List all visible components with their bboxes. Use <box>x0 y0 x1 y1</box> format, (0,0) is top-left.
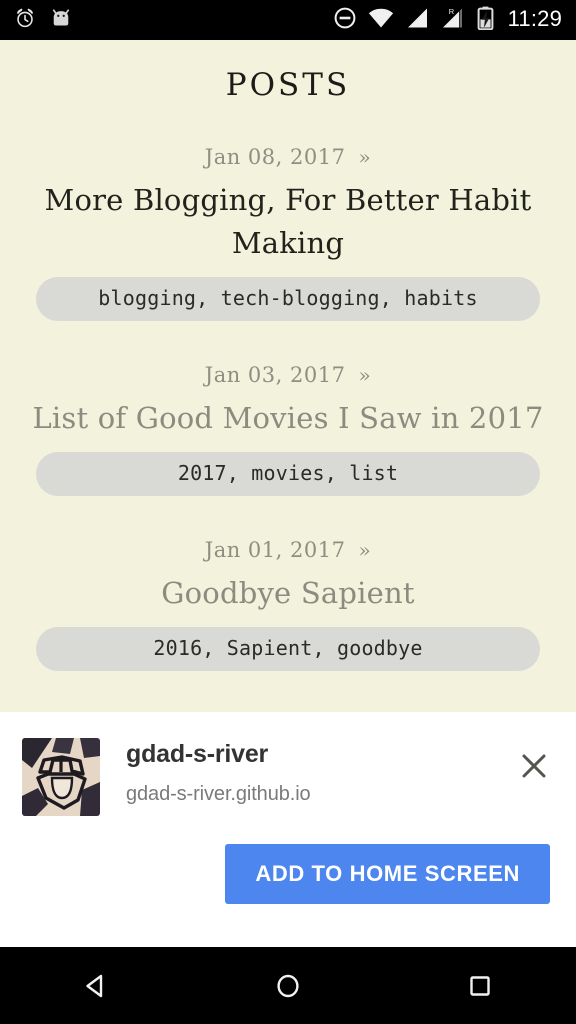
banner-text-block: gdad-s-river gdad-s-river.github.io <box>100 738 514 806</box>
post-tags[interactable]: 2017, movies, list <box>36 452 540 496</box>
close-icon[interactable] <box>514 746 554 786</box>
post-tags[interactable]: 2016, Sapient, goodbye <box>36 627 540 671</box>
post-title[interactable]: More Blogging, For Better Habit Making <box>0 169 576 265</box>
chevron-right-icon: » <box>358 538 372 562</box>
post-item[interactable]: Jan 08, 2017 » More Blogging, For Better … <box>0 145 576 321</box>
post-title[interactable]: Goodbye Sapient <box>0 562 576 615</box>
post-date: Jan 08, 2017 » <box>0 145 576 169</box>
svg-text:R: R <box>448 7 454 16</box>
chevron-right-icon: » <box>358 363 372 387</box>
android-head-icon <box>50 8 72 33</box>
banner-app-url: gdad-s-river.github.io <box>126 783 311 805</box>
android-navigation-bar <box>0 947 576 1024</box>
post-item[interactable]: Jan 01, 2017 » Goodbye Sapient 2016, Sapi… <box>0 538 576 671</box>
back-button[interactable] <box>61 956 131 1016</box>
alarm-clock-icon <box>14 7 36 34</box>
status-bar-notification-icons <box>0 7 72 34</box>
post-item[interactable]: Jan 03, 2017 » List of Good Movies I Saw … <box>0 363 576 496</box>
do-not-disturb-icon <box>333 6 357 35</box>
phone-screen: R 11:29 POSTS Jan 08, 2017 » More Bloggin… <box>0 0 576 1024</box>
status-bar-clock: 11:29 <box>507 6 562 31</box>
post-date-text: Jan 01, 2017 <box>204 538 346 562</box>
post-tags[interactable]: blogging, tech-blogging, habits <box>36 277 540 321</box>
recent-apps-button[interactable] <box>445 956 515 1016</box>
add-to-home-screen-banner: gdad-s-river gdad-s-river.github.io ADD … <box>0 712 576 947</box>
page-title: POSTS <box>225 67 351 103</box>
post-date-text: Jan 03, 2017 <box>204 363 346 387</box>
add-to-home-screen-button[interactable]: ADD TO HOME SCREEN <box>225 844 550 904</box>
battery-charging-icon <box>477 6 494 35</box>
banner-app-name: gdad-s-river <box>126 740 269 768</box>
roaming-signal-icon: R <box>440 7 466 34</box>
home-button[interactable] <box>253 956 323 1016</box>
banner-header: gdad-s-river gdad-s-river.github.io <box>0 712 576 816</box>
post-date-text: Jan 08, 2017 <box>204 145 346 169</box>
avatar <box>22 738 100 816</box>
status-bar-system-icons: R 11:29 <box>333 6 576 35</box>
post-date: Jan 01, 2017 » <box>0 538 576 562</box>
wifi-icon <box>368 7 394 34</box>
banner-actions: ADD TO HOME SCREEN <box>0 816 576 904</box>
post-date: Jan 03, 2017 » <box>0 363 576 387</box>
status-bar: R 11:29 <box>0 0 576 40</box>
cellular-signal-icon <box>405 7 429 34</box>
post-title[interactable]: List of Good Movies I Saw in 2017 <box>0 387 576 440</box>
chevron-right-icon: » <box>358 145 372 169</box>
